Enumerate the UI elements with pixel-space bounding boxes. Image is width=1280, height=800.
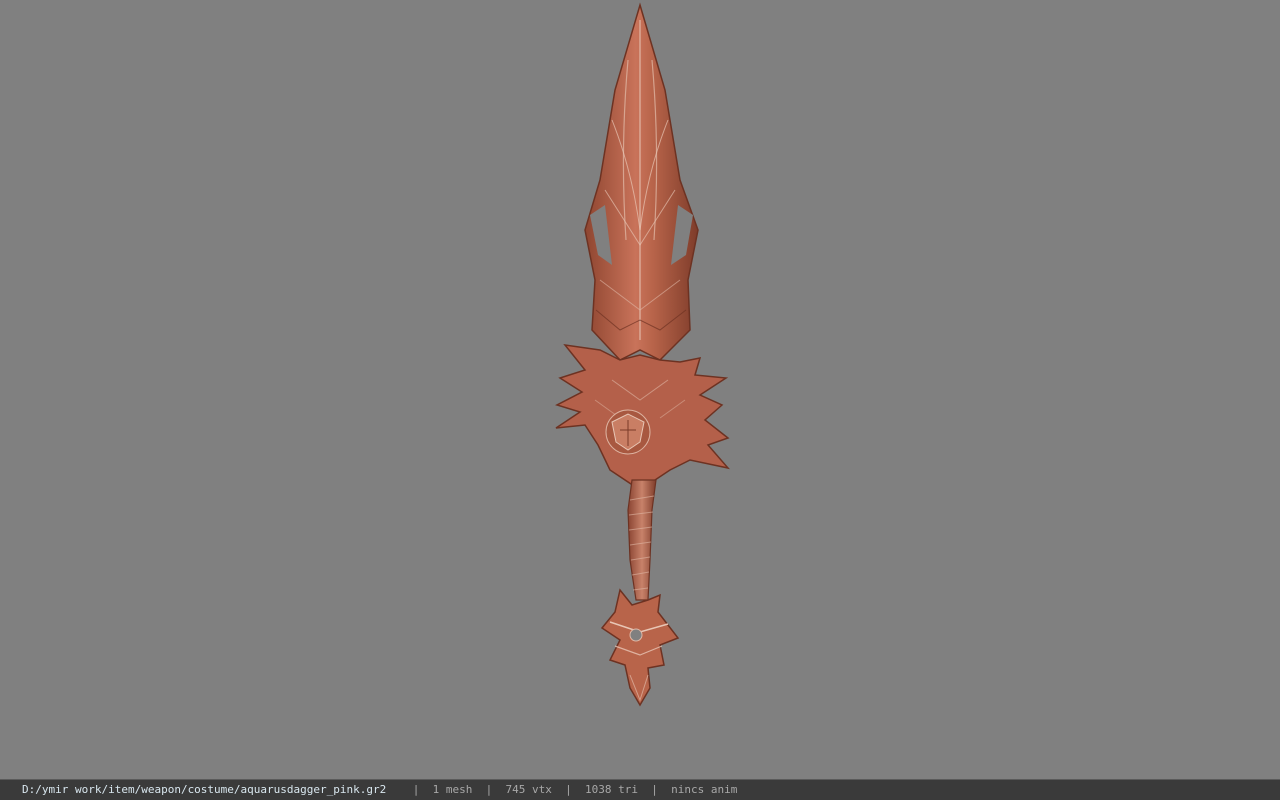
dagger-guard [555, 343, 731, 491]
status-bar: D:/ymir work/item/weapon/costume/aquarus… [0, 779, 1280, 800]
file-path: D:/ymir work/item/weapon/costume/aquarus… [22, 783, 387, 796]
triangle-count: 1038 tri [584, 783, 638, 796]
anim-status: nincs anim [671, 783, 738, 796]
3d-viewport[interactable] [0, 0, 1280, 779]
dagger-pommel [600, 588, 680, 707]
dagger-grip [627, 479, 657, 601]
separator: | [485, 783, 493, 796]
separator: | [651, 783, 658, 796]
separator: | [565, 783, 572, 796]
mesh-count: 1 mesh [432, 783, 473, 796]
dagger-model [555, 2, 731, 707]
dagger-blade [584, 2, 699, 361]
vertex-count: 745 vtx [505, 783, 552, 796]
separator: | [412, 783, 420, 796]
